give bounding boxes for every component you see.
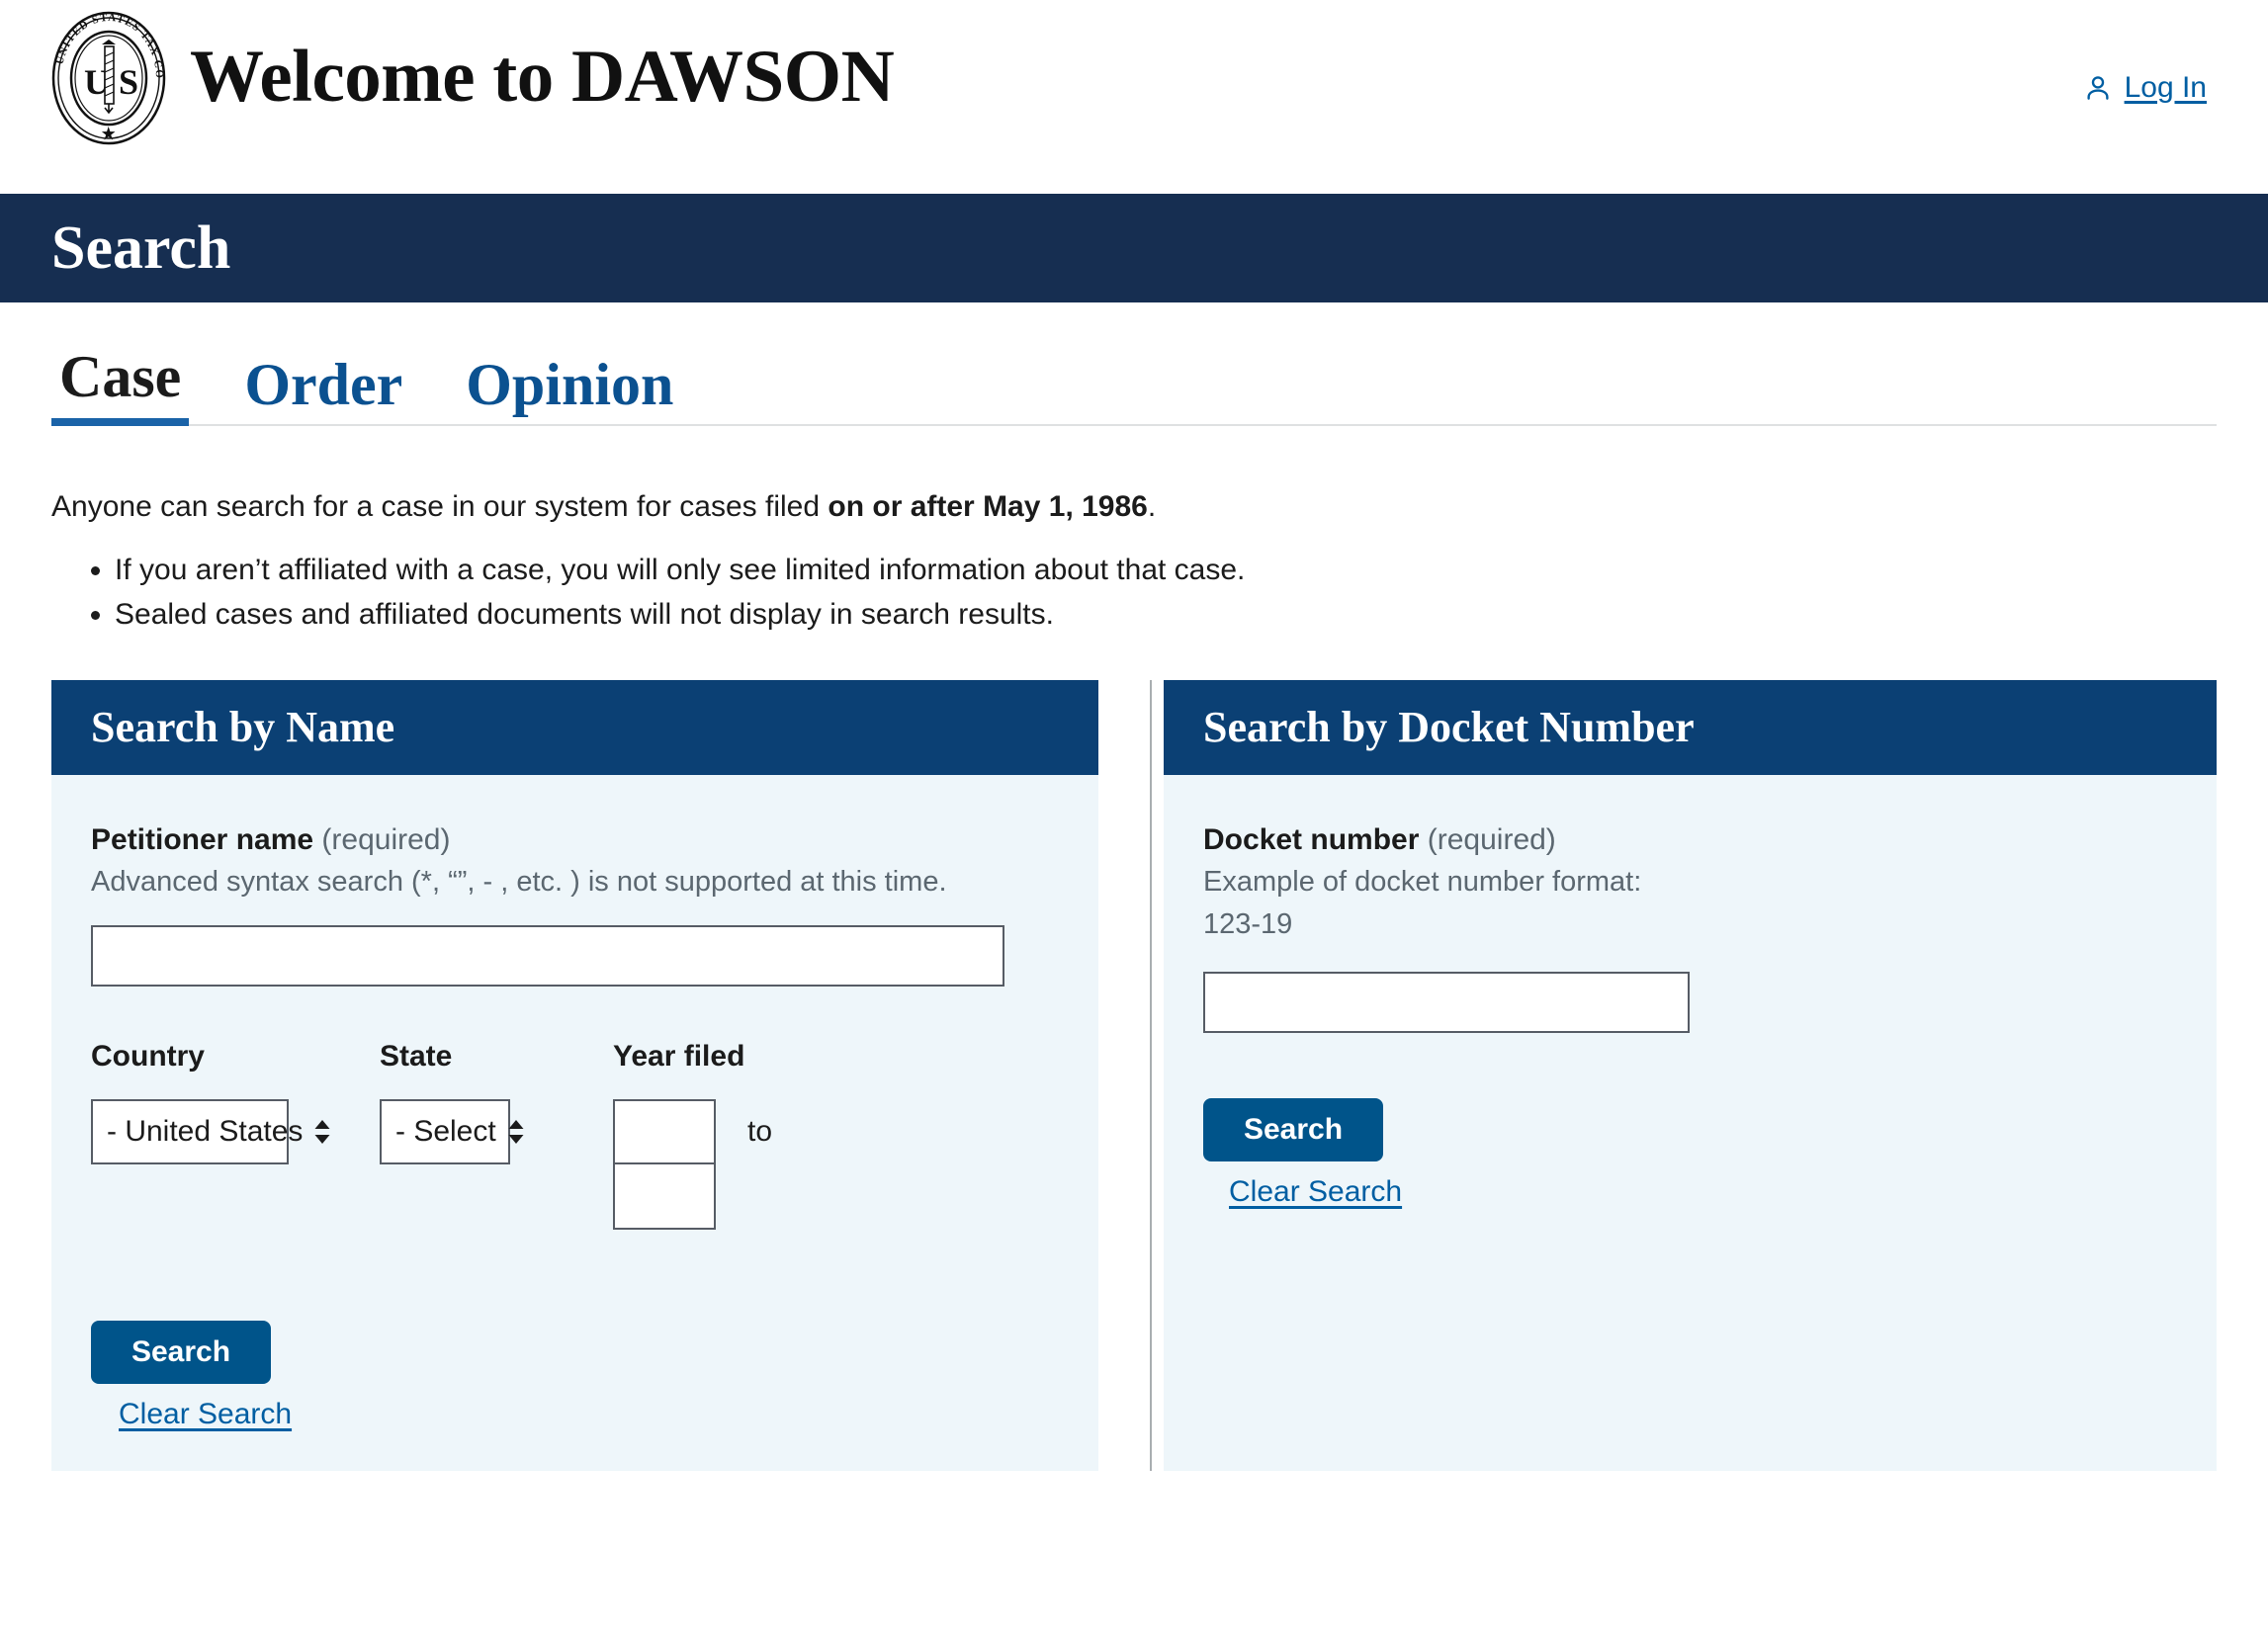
- search-by-name-body: Petitioner name (required) Advanced synt…: [51, 775, 1098, 1471]
- petitioner-name-hint: Advanced syntax search (*, “”, - , etc. …: [91, 865, 947, 898]
- year-filed-range: to: [613, 1098, 773, 1230]
- page-banner: Search: [0, 194, 2268, 302]
- tab-order[interactable]: Order: [236, 354, 410, 426]
- intro-lead-suffix: .: [1147, 490, 1157, 523]
- chevron-updown-icon: [508, 1119, 524, 1144]
- intro-lead-emphasis: on or after May 1, 1986: [828, 490, 1148, 523]
- state-select[interactable]: - Select: [380, 1098, 524, 1164]
- petitioner-name-label: Petitioner name (required): [91, 820, 1059, 859]
- search-by-name-clear-link[interactable]: Clear Search: [119, 1398, 292, 1431]
- intro-block: Anyone can search for a case in our syst…: [0, 487, 2268, 637]
- user-icon: [2087, 76, 2109, 100]
- docket-number-input[interactable]: [1203, 971, 1691, 1033]
- tab-opinion[interactable]: Opinion: [458, 354, 681, 426]
- search-by-docket-header: Search by Docket Number: [1164, 679, 2217, 775]
- year-filed-field: Year filed to: [613, 1039, 773, 1230]
- petitioner-name-label-text: Petitioner name: [91, 822, 314, 856]
- search-by-name-title: Search by Name: [91, 702, 395, 751]
- intro-bullet-list: If you aren’t affiliated with a case, yo…: [51, 548, 2217, 637]
- docket-number-label: Docket number (required): [1203, 820, 2177, 859]
- country-field: Country - United States: [91, 1039, 330, 1164]
- panel-divider: [1150, 679, 1152, 1471]
- chevron-updown-icon: [314, 1119, 330, 1144]
- year-inputs-stack: [613, 1098, 716, 1230]
- docket-number-label-text: Docket number: [1203, 822, 1420, 856]
- search-by-docket-panel: Search by Docket Number Docket number (r…: [1164, 679, 2217, 1471]
- intro-lead-prefix: Anyone can search for a case in our syst…: [51, 490, 829, 523]
- docket-number-required-hint: (required): [1427, 822, 1556, 856]
- year-range-separator: to: [747, 1114, 773, 1148]
- svg-text:S: S: [119, 62, 138, 102]
- intro-lead: Anyone can search for a case in our syst…: [51, 487, 2217, 528]
- country-select[interactable]: - United States: [91, 1098, 330, 1164]
- search-by-docket-body: Docket number (required) Example of dock…: [1164, 775, 2217, 1248]
- site-header: UNITED STATES TAX COURT U S Welcome to D…: [0, 0, 2268, 194]
- tabs-area: Case Order Opinion: [0, 302, 2268, 426]
- search-by-name-button[interactable]: Search: [91, 1320, 271, 1384]
- country-select-value: - United States: [107, 1114, 304, 1148]
- site-title: Welcome to DAWSON: [190, 35, 895, 118]
- login-link[interactable]: Log In: [2125, 71, 2207, 105]
- year-filed-end-input[interactable]: [613, 1163, 716, 1230]
- search-panels: Search by Name Petitioner name (required…: [0, 679, 2268, 1471]
- login-control[interactable]: Log In: [2083, 71, 2207, 105]
- search-by-docket-button[interactable]: Search: [1203, 1097, 1384, 1161]
- country-label: Country: [91, 1039, 205, 1073]
- petitioner-name-input[interactable]: [91, 924, 1004, 987]
- page-title: Search: [51, 215, 231, 282]
- list-item: Sealed cases and affiliated documents wi…: [115, 592, 2217, 637]
- petitioner-name-required-hint: (required): [321, 822, 451, 856]
- search-by-docket-clear-link[interactable]: Clear Search: [1229, 1175, 1402, 1209]
- search-type-tabs: Case Order Opinion: [51, 344, 2217, 426]
- year-filed-start-input[interactable]: [613, 1098, 716, 1164]
- docket-number-hint-line2: 123-19: [1203, 907, 1293, 940]
- us-tax-court-seal-icon: UNITED STATES TAX COURT U S: [40, 9, 178, 147]
- search-by-docket-actions: Search Clear Search: [1203, 1097, 2177, 1209]
- search-by-name-panel: Search by Name Petitioner name (required…: [51, 679, 1099, 1471]
- year-filed-label: Year filed: [613, 1039, 745, 1073]
- filters-row: Country - United States State - Select Y…: [91, 1039, 1059, 1230]
- state-select-value: - Select: [395, 1114, 496, 1148]
- search-by-name-header: Search by Name: [51, 679, 1099, 775]
- state-label: State: [380, 1039, 453, 1073]
- state-field: State - Select: [380, 1039, 550, 1164]
- tab-case[interactable]: Case: [51, 346, 190, 426]
- list-item: If you aren’t affiliated with a case, yo…: [115, 548, 2217, 592]
- search-by-name-actions: Search Clear Search: [91, 1320, 1059, 1431]
- docket-number-hint-line1: Example of docket number format:: [1203, 865, 1642, 898]
- search-by-docket-title: Search by Docket Number: [1203, 702, 1695, 751]
